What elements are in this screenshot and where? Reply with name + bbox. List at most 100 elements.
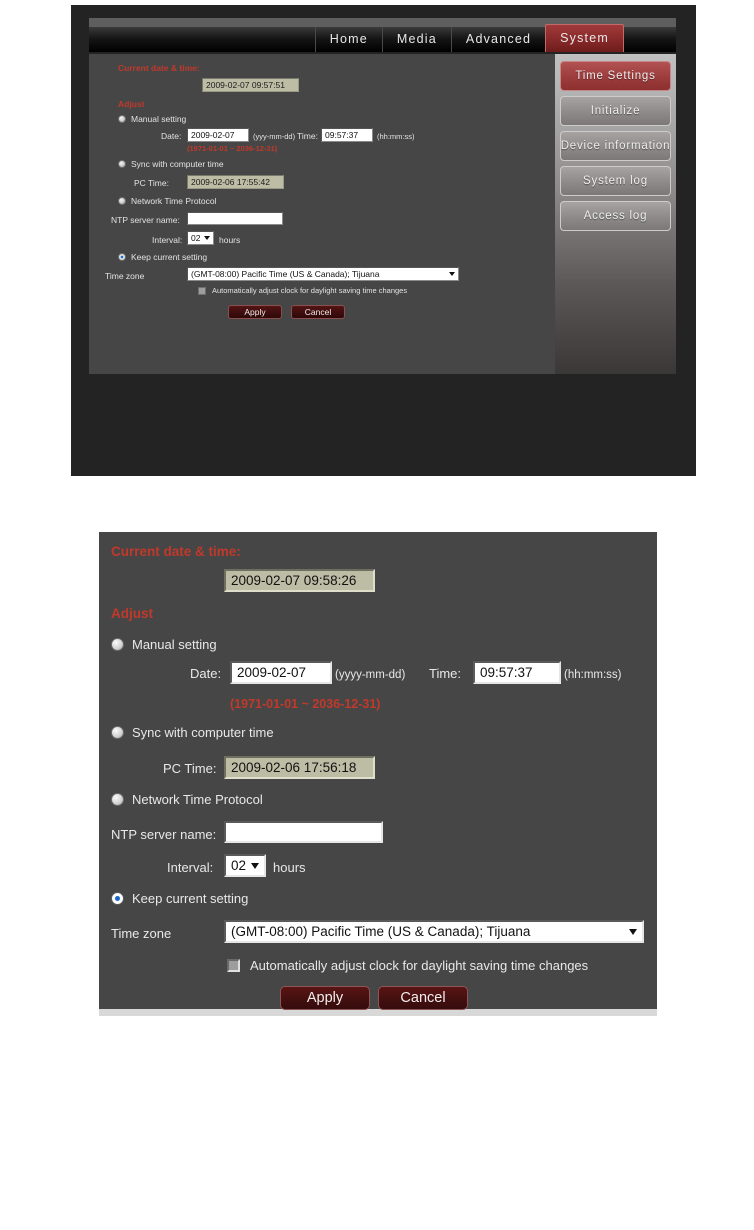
radio-icon-sync-small [118,160,126,168]
time-settings-form-small: Current date & time: 2009-02-07 09:57:51… [89,54,555,374]
chevron-down-icon-timezone-small [449,272,455,276]
nav-tab-bar: Home Media Advanced System [89,24,676,52]
time-format-hint-small: (hh:mm:ss) [377,132,415,141]
checkbox-dst-label-small: Automatically adjust clock for daylight … [212,286,408,295]
chevron-down-icon-interval-large [251,862,259,869]
nav-tab-advanced-label: Advanced [465,32,532,46]
checkbox-dst-large[interactable]: Automatically adjust clock for daylight … [227,958,588,973]
nav-tab-media[interactable]: Media [381,27,451,52]
radio-keep-current-large[interactable]: Keep current setting [111,891,248,906]
ntp-server-input-large[interactable] [224,821,383,843]
radio-sync-label-large: Sync with computer time [132,725,274,740]
radio-icon-manual-large [111,638,124,651]
chevron-down-icon-interval-small [204,236,210,240]
checkbox-icon-dst-large [227,959,240,972]
current-datetime-label-small: Current date & time: [118,63,200,73]
timezone-label-small: Time zone [105,271,145,281]
date-format-hint-small: (yyy-mm-dd) [253,132,296,141]
timezone-select-small[interactable]: (GMT-08:00) Pacific Time (US & Canada); … [187,267,459,281]
ntp-server-label-large: NTP server name: [111,827,217,842]
radio-ntp-label-large: Network Time Protocol [132,792,263,807]
interval-select-large[interactable]: 02 [224,854,266,877]
cancel-button-small[interactable]: Cancel [291,305,345,319]
date-format-hint-large: (yyyy-mm-dd) [335,669,406,681]
radio-icon-keep-current-small [118,253,126,261]
chevron-down-icon-timezone-large [629,928,637,935]
adjust-label-small: Adjust [118,99,145,109]
time-format-hint-large: (hh:mm:ss) [564,669,622,681]
apply-button-small[interactable]: Apply [228,305,282,319]
current-datetime-value-large: 2009-02-07 09:58:26 [224,569,375,592]
time-input-large[interactable]: 09:57:37 [473,661,561,684]
nav-tab-advanced[interactable]: Advanced [450,27,545,52]
sidebar-item-initialize-label: Initialize [590,105,641,117]
radio-manual-label-large: Manual setting [132,637,217,652]
checkbox-icon-dst-small [198,286,206,295]
interval-select-small[interactable]: 02 [187,231,214,245]
timezone-select-value-large: (GMT-08:00) Pacific Time (US & Canada); … [231,924,531,939]
sidebar-item-device-information-label: Device information [560,140,671,152]
timezone-select-value-small: (GMT-08:00) Pacific Time (US & Canada); … [191,269,380,279]
interval-select-value-small: 02 [191,233,201,243]
ntp-server-input-small[interactable] [187,212,283,225]
sidebar-item-time-settings[interactable]: Time Settings [560,61,671,91]
nav-tab-home[interactable]: Home [314,27,382,52]
sidebar-item-system-log[interactable]: System log [560,166,671,196]
page-root: Home Media Advanced System Current date … [0,0,754,1230]
current-datetime-label-large: Current date & time: [111,544,241,559]
checkbox-dst-label-large: Automatically adjust clock for daylight … [250,958,589,973]
radio-icon-ntp-large [111,793,124,806]
date-range-note-large: (1971-01-01 ~ 2036-12-31) [230,697,381,711]
radio-sync-computer-time-large[interactable]: Sync with computer time [111,725,274,740]
sidebar-item-initialize[interactable]: Initialize [560,96,671,126]
radio-keep-current-label-large: Keep current setting [132,891,249,906]
interval-select-value-large: 02 [231,858,247,873]
sidebar-item-time-settings-label: Time Settings [575,70,656,82]
interval-label-large: Interval: [167,860,214,875]
radio-ntp-small[interactable]: Network Time Protocol [118,196,217,206]
date-label-small: Date: [161,131,182,141]
pc-time-label-large: PC Time: [163,761,217,776]
time-input-small[interactable]: 09:57:37 [321,128,373,142]
nav-tab-system-label: System [560,31,609,45]
radio-ntp-label-small: Network Time Protocol [131,196,217,206]
date-input-large[interactable]: 2009-02-07 [230,661,332,684]
radio-manual-setting-large[interactable]: Manual setting [111,637,217,652]
apply-button-large[interactable]: Apply [280,986,370,1010]
nav-tab-home-label: Home [329,32,368,46]
current-datetime-value-small: 2009-02-07 09:57:51 [202,78,299,92]
radio-sync-computer-time-small[interactable]: Sync with computer time [118,159,224,169]
date-label-large: Date: [190,666,222,681]
radio-icon-sync-large [111,726,124,739]
timezone-label-large: Time zone [111,926,172,941]
pc-time-value-large: 2009-02-06 17:56:18 [224,756,375,779]
device-ui-screenshot-small: Home Media Advanced System Current date … [71,5,696,476]
sidebar-item-system-log-label: System log [583,175,648,187]
sidebar-item-access-log-label: Access log [583,210,648,222]
radio-manual-setting-small[interactable]: Manual setting [118,114,186,124]
pc-time-value-small: 2009-02-06 17:55:42 [187,175,284,189]
main-navigation: Home Media Advanced System [89,18,676,54]
radio-manual-label-small: Manual setting [131,114,187,124]
time-label-large: Time: [429,666,462,681]
cancel-button-large[interactable]: Cancel [378,986,468,1010]
radio-ntp-large[interactable]: Network Time Protocol [111,792,263,807]
checkbox-dst-small[interactable]: Automatically adjust clock for daylight … [198,286,407,295]
sidebar-item-access-log[interactable]: Access log [560,201,671,231]
pc-time-label-small: PC Time: [134,178,169,188]
time-settings-form-large: Current date & time: 2009-02-07 09:58:26… [99,532,657,1016]
nav-tab-media-label: Media [396,32,437,46]
ntp-server-label-small: NTP server name: [111,215,180,225]
radio-keep-current-small[interactable]: Keep current setting [118,252,207,262]
adjust-label-large: Adjust [111,606,153,621]
interval-hours-label-small: hours [219,235,241,245]
sidebar-item-device-information[interactable]: Device information [560,131,671,161]
radio-icon-ntp-small [118,197,126,205]
radio-sync-label-small: Sync with computer time [131,159,224,169]
content-area-small: Current date & time: 2009-02-07 09:57:51… [89,54,676,374]
timezone-select-large[interactable]: (GMT-08:00) Pacific Time (US & Canada); … [224,920,644,943]
radio-icon-keep-current-large [111,892,124,905]
date-input-small[interactable]: 2009-02-07 [187,128,249,142]
nav-tab-system[interactable]: System [545,24,624,52]
date-range-note-small: (1971-01-01 ~ 2036-12-31) [187,144,278,153]
